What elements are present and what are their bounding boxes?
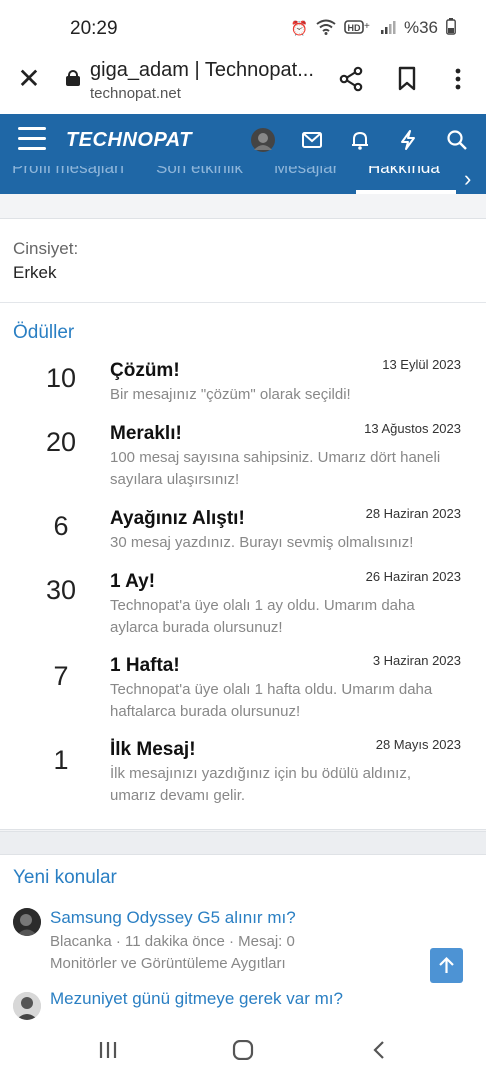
chevron-right-icon[interactable]: ›	[464, 166, 471, 192]
page-url[interactable]: technopat.net	[90, 85, 181, 102]
gender-value: Erkek	[13, 263, 57, 282]
award-points: 7	[53, 661, 69, 691]
award-title: İlk Mesaj!	[110, 739, 196, 760]
award-date: 28 Haziran 2023	[365, 506, 461, 521]
about-card: Cinsiyet: Erkek Ödüller 10 Çözüm! 13 Eyl…	[0, 218, 486, 830]
tab-recent-activity[interactable]: Son etkinlik	[156, 166, 243, 178]
alarm-icon: ⏰	[290, 19, 308, 36]
close-icon[interactable]: ✕	[14, 64, 44, 94]
award-points: 10	[45, 363, 77, 393]
awards-heading[interactable]: Ödüller	[13, 322, 74, 344]
status-icons: ⏰ HD + %36	[291, 18, 456, 38]
award-description: Technopat'a üye olalı 1 hafta oldu. Umar…	[110, 681, 433, 720]
battery-icon	[446, 18, 456, 38]
user-avatar[interactable]	[251, 128, 275, 157]
scroll-to-top-button[interactable]	[430, 948, 463, 983]
gender-block: Cinsiyet: Erkek	[0, 219, 486, 303]
award-description: İlk mesajınızı yazdığınız için bu ödülü …	[110, 765, 411, 804]
award-points: 20	[45, 427, 77, 457]
lightning-icon[interactable]	[397, 129, 419, 151]
lock-icon[interactable]	[66, 70, 80, 86]
topic-forum[interactable]: Monitörler ve Görüntüleme Aygıtları	[50, 955, 286, 972]
new-topics-heading[interactable]: Yeni konular	[13, 867, 117, 889]
back-icon[interactable]	[371, 1040, 387, 1065]
award-title: Çözüm!	[110, 360, 180, 381]
topic-title[interactable]: Samsung Odyssey G5 alınır mı?	[50, 908, 296, 928]
bookmark-icon[interactable]	[396, 66, 418, 92]
active-tab-indicator	[356, 190, 456, 194]
award-date: 28 Mayıs 2023	[375, 737, 461, 752]
award-date: 13 Ağustos 2023	[364, 421, 461, 436]
share-icon[interactable]	[338, 66, 364, 92]
tab-profile-posts[interactable]: Profil mesajları	[12, 166, 124, 178]
topic-author-avatar[interactable]	[13, 908, 41, 936]
hamburger-menu-icon[interactable]	[18, 127, 46, 151]
battery-percent: %36	[403, 18, 438, 37]
topic-author-avatar[interactable]	[13, 992, 41, 1020]
more-options-icon[interactable]	[448, 66, 468, 92]
award-date: 3 Haziran 2023	[372, 653, 461, 668]
search-icon[interactable]	[446, 129, 468, 151]
topic-meta: Blacanka · 11 dakika önce · Mesaj: 0	[50, 933, 295, 950]
tab-about[interactable]: Hakkında	[368, 166, 440, 178]
hd-voice-icon: HD +	[344, 19, 372, 38]
tab-messages[interactable]: Mesajlar	[274, 166, 338, 178]
section-divider	[0, 831, 486, 855]
award-date: 13 Eylül 2023	[382, 357, 461, 372]
status-bar: 20:29 ⏰ HD + %36	[0, 0, 486, 52]
signal-icon	[380, 19, 396, 38]
page-title[interactable]: giga_adam | Technopat...	[90, 59, 318, 82]
envelope-icon[interactable]	[301, 129, 323, 151]
new-topics-card: Yeni konular Samsung Odyssey G5 alınır m…	[0, 855, 486, 1020]
award-title: 1 Ay!	[110, 571, 156, 592]
status-time: 20:29	[70, 18, 118, 39]
svg-text:HD: HD	[347, 23, 360, 33]
browser-toolbar: ✕ giga_adam | Technopat... technopat.net	[0, 52, 486, 114]
award-points: 6	[53, 511, 69, 541]
award-description: 100 mesaj sayısına sahipsiniz. Umarız dö…	[110, 449, 441, 488]
award-title: 1 Hafta!	[110, 655, 180, 676]
award-points: 30	[45, 575, 77, 605]
system-nav-bar	[0, 1020, 486, 1080]
award-description: Bir mesajınız "çözüm" olarak seçildi!	[110, 386, 351, 403]
award-points: 1	[53, 745, 69, 775]
svg-text:+: +	[364, 21, 370, 32]
award-title: Ayağınız Alıştı!	[110, 508, 245, 529]
site-logo[interactable]: TECHNOPAT	[66, 129, 192, 152]
topic-title[interactable]: Mezuniyet günü gitmeye gerek var mı?	[50, 989, 343, 1009]
award-description: 30 mesaj yazdınız. Burayı sevmiş olmalıs…	[110, 534, 414, 551]
award-title: Meraklı!	[110, 423, 182, 444]
award-date: 26 Haziran 2023	[365, 569, 461, 584]
gender-label: Cinsiyet:	[13, 239, 79, 258]
bell-icon[interactable]	[349, 129, 371, 151]
home-icon[interactable]	[232, 1039, 254, 1065]
award-description: Technopat'a üye olalı 1 ay oldu. Umarım …	[110, 597, 415, 636]
wifi-icon	[316, 19, 336, 38]
recent-apps-icon[interactable]	[98, 1040, 118, 1065]
